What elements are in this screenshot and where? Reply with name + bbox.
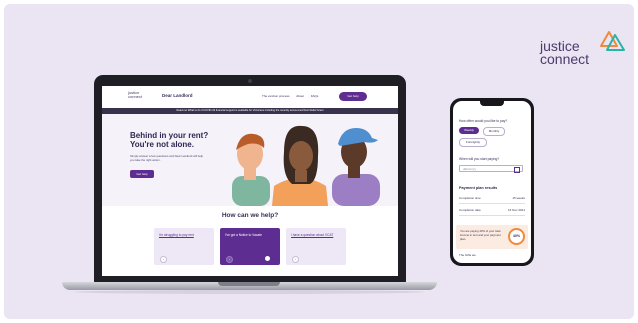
help-card-vcat-question[interactable]: I have a question about VCAT ›: [286, 228, 346, 265]
phone-footer-text: The Gifts we: [459, 253, 476, 257]
people-illustration: [232, 125, 380, 206]
justice-connect-logo: justice connect: [524, 30, 625, 70]
person-middle-illustration: [272, 125, 328, 206]
site-logo[interactable]: justice connect: [128, 91, 142, 99]
result-value: 15 weeks: [512, 196, 525, 200]
arrow-right-icon: ›: [292, 256, 299, 263]
start-date-input[interactable]: dd/mm/yy: [459, 165, 523, 173]
site-title[interactable]: Dear Landlord: [162, 93, 193, 98]
arrow-right-icon: ›: [160, 256, 167, 263]
result-label: Completion date: [459, 208, 481, 212]
help-card-label: I'm struggling to pay rent: [159, 233, 194, 237]
help-section: How can we help? I'm struggling to pay r…: [102, 206, 398, 276]
phone-screen: How often would you like to pay? Weekly …: [453, 101, 531, 263]
laptop-camera: [248, 79, 252, 83]
laptop-mockup: justice connect Dear Landlord The evicti…: [94, 75, 406, 283]
start-date-question: When will you start paying?: [459, 157, 500, 161]
pay-frequency-question: How often would you like to pay?: [459, 119, 508, 123]
brand-line-2: connect: [540, 51, 590, 67]
brand-wordmark: justice connect: [540, 39, 590, 67]
person-left-illustration: [232, 133, 270, 206]
laptop-opening-notch: [218, 282, 280, 286]
site-nav-links: The eviction process About FAQs: [262, 94, 324, 98]
results-title: Payment plan results: [459, 186, 498, 190]
person-right-illustration: [332, 128, 380, 206]
help-card-notice-to-vacate[interactable]: I've got a Notice to Vacate ›: [220, 228, 280, 265]
nav-link-faqs[interactable]: FAQs: [311, 94, 319, 98]
income-warning-box: You are paying 40% of your total income …: [456, 225, 528, 249]
arrow-right-icon: ›: [226, 256, 233, 263]
hero-get-help-button[interactable]: Get help: [130, 170, 154, 178]
nav-link-eviction[interactable]: The eviction process: [262, 94, 290, 98]
calendar-icon[interactable]: [514, 167, 520, 173]
option-monthly[interactable]: Monthly: [483, 127, 505, 136]
promo-canvas: justice connect justice connect Dear Lan…: [4, 4, 634, 319]
laptop-screen: justice connect Dear Landlord The evicti…: [102, 86, 398, 276]
result-label: Completion time: [459, 196, 481, 200]
help-card-label: I have a question about VCAT: [291, 233, 334, 237]
date-placeholder: dd/mm/yy: [463, 167, 477, 171]
option-fortnightly[interactable]: Fortnightly: [459, 138, 487, 147]
site-logo-line-2: connect: [128, 94, 143, 99]
nav-get-help-button[interactable]: Get help: [339, 92, 367, 101]
result-row-completion-date: Completion date 16 Nov 2021: [459, 205, 525, 216]
phone-notch: [480, 101, 504, 106]
income-percentage-gauge: 40%: [508, 228, 525, 245]
nav-link-about[interactable]: About: [296, 94, 304, 98]
phone-mockup: How often would you like to pay? Weekly …: [450, 98, 534, 266]
hero-description: Simply answer a few questions and Dear L…: [130, 154, 204, 162]
option-weekly[interactable]: Weekly: [459, 127, 479, 134]
result-row-completion-time: Completion time 15 weeks: [459, 193, 525, 204]
hero-section: Behind in your rent? You're not alone. S…: [102, 114, 398, 206]
help-card-struggling-rent[interactable]: I'm struggling to pay rent ›: [154, 228, 214, 265]
help-card-label: I've got a Notice to Vacate: [225, 233, 262, 237]
income-warning-text: You are paying 40% of your total income …: [460, 229, 501, 241]
triangles-logo-icon: [600, 31, 625, 51]
site-navbar: justice connect Dear Landlord The evicti…: [102, 86, 398, 108]
result-value: 16 Nov 2021: [507, 208, 525, 212]
laptop-shadow: [74, 290, 424, 294]
selected-dot-icon: [265, 256, 270, 261]
help-title: How can we help?: [221, 212, 279, 219]
